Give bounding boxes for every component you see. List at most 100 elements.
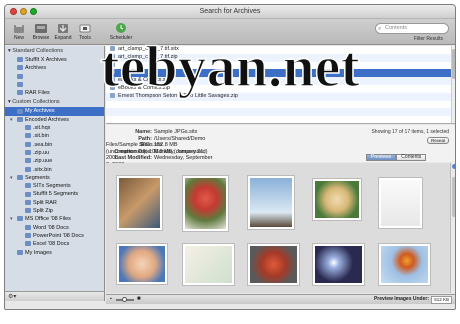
preview-size-label: Preview Images Under:	[373, 296, 429, 302]
preview-gallery	[106, 163, 455, 293]
collection-icon	[25, 133, 31, 139]
scheduler-button[interactable]: Scheduler	[109, 22, 133, 41]
photo-image	[250, 246, 297, 283]
preview-size-select[interactable]: 512 KB	[431, 296, 452, 304]
disclosure-triangle-icon[interactable]: ▾	[10, 215, 13, 223]
scroll-button[interactable]	[452, 164, 455, 169]
browse-icon	[35, 24, 47, 33]
archive-icon	[110, 46, 115, 52]
sidebar-folder-ms-office[interactable]: ▾ MS Office '08 Files	[5, 215, 104, 223]
file-row[interactable]: art_clamp_color_7.tif.sitx	[106, 46, 455, 54]
scroll-thumb[interactable]	[452, 49, 455, 79]
toolbar: New Browse Expand Tools Scheduler ⌕ Cont…	[5, 19, 455, 45]
disclosure-triangle-icon[interactable]: ▾	[10, 174, 13, 182]
folder-icon	[17, 216, 23, 222]
file-row[interactable]: eBooks & Comics.zip	[106, 85, 455, 93]
file-row[interactable]: art_clamp_color_7.tif.zip	[106, 53, 455, 62]
sidebar-item[interactable]: Split RAR	[5, 199, 104, 207]
custom-collections-header[interactable]: ▾ Custom Collections	[5, 97, 104, 107]
sidebar-item[interactable]: Word '08 Docs	[5, 224, 104, 232]
sidebar-item[interactable]: .sitx.bin	[5, 166, 104, 174]
sidebar-item[interactable]: .sit.bin	[5, 132, 104, 140]
collection-icon	[17, 108, 23, 114]
sidebar-item-my-images[interactable]: My Images	[5, 249, 104, 257]
disclosure-triangle-icon[interactable]: ▾	[10, 116, 13, 124]
reveal-button[interactable]: Reveal	[427, 137, 449, 144]
sidebar-item[interactable]: .sea.bin	[5, 141, 104, 149]
file-row[interactable]: eBooks & Comics.sitx	[106, 77, 455, 85]
sidebar-item[interactable]: Excel '08 Docs	[5, 240, 104, 248]
zoom-in-icon[interactable]: ■	[137, 296, 141, 302]
new-button[interactable]: New	[7, 22, 31, 41]
collection-icon	[25, 158, 31, 164]
scroll-thumb[interactable]	[452, 177, 455, 217]
collection-icon	[25, 224, 31, 230]
collection-icon	[17, 249, 23, 255]
file-list: art_clamp_color_7.tif.sitx art_clamp_col…	[106, 46, 455, 124]
sidebar-item[interactable]: PowerPoint '08 Docs	[5, 232, 104, 240]
app-window: Search for Archives New Browse Expand To…	[4, 4, 456, 310]
item-count: Showing 17 of 17 items, 1 selected	[371, 129, 449, 135]
title-bar: Search for Archives	[5, 5, 455, 19]
file-row-selected[interactable]	[106, 69, 455, 78]
collection-icon	[25, 199, 31, 205]
collection-icon	[25, 208, 31, 214]
preview-thumbnail[interactable]	[116, 243, 168, 285]
expand-button[interactable]: Expand	[51, 22, 75, 41]
photo-image	[315, 246, 362, 283]
photo-image	[185, 246, 232, 283]
tools-icon	[79, 24, 91, 33]
preview-thumbnail[interactable]	[312, 243, 365, 286]
collection-icon	[25, 141, 31, 147]
preview-thumbnail[interactable]	[378, 243, 431, 286]
standard-collections-header[interactable]: ▾ Standard Collections	[5, 46, 104, 56]
photo-image	[381, 180, 420, 226]
sidebar-item[interactable]: StuffIt 5 Segments	[5, 190, 104, 198]
sidebar-item[interactable]: StuffIt X Archives	[5, 56, 104, 64]
photo-image	[119, 178, 160, 228]
archive-icon	[110, 77, 115, 83]
search-input[interactable]: ⌕ Contents	[375, 23, 449, 34]
sidebar-item[interactable]: Archives	[5, 64, 104, 72]
tools-button[interactable]: Tools	[73, 22, 97, 41]
preview-thumbnail[interactable]	[182, 175, 229, 232]
gear-icon[interactable]: ⚙▾	[8, 293, 16, 300]
file-row[interactable]	[106, 61, 455, 70]
archive-icon	[110, 69, 115, 75]
tab-previews[interactable]: Previews	[366, 154, 397, 161]
preview-thumbnail[interactable]	[378, 177, 423, 229]
sidebar-item[interactable]: .zip.uue	[5, 157, 104, 165]
file-row[interactable]: Ernest Thompson Seton – Two Little Savag…	[106, 92, 455, 101]
sidebar-item[interactable]: .sit.hqx	[5, 124, 104, 132]
preview-thumbnail[interactable]	[116, 175, 163, 231]
collection-icon	[25, 166, 31, 172]
preview-thumbnail[interactable]	[182, 243, 235, 286]
sidebar-item[interactable]: .zip.uu	[5, 149, 104, 157]
gallery-scrollbar[interactable]	[450, 163, 455, 293]
archive-icon	[110, 85, 115, 91]
sidebar-item[interactable]	[5, 73, 104, 81]
preview-thumbnail[interactable]	[247, 175, 295, 230]
sidebar-item[interactable]: RAR Files	[5, 89, 104, 97]
preview-thumbnail[interactable]	[312, 178, 362, 221]
preview-thumbnail[interactable]	[247, 243, 300, 286]
sidebar-item-my-archives[interactable]: My Archives	[5, 107, 104, 116]
search-icon: ⌕	[378, 26, 382, 32]
sidebar-item[interactable]	[5, 81, 104, 89]
sidebar-folder-segments[interactable]: ▾ Segments	[5, 174, 104, 182]
zoom-out-icon[interactable]: ▪	[110, 296, 112, 302]
photo-image	[381, 246, 428, 283]
browse-button[interactable]: Browse	[29, 22, 53, 41]
status-bar: ▪ ■ Preview Images Under: 512 KB	[106, 294, 455, 304]
folder-icon	[17, 174, 23, 180]
sidebar-folder-encoded-archives[interactable]: ▾ Encoded Archives	[5, 116, 104, 124]
collection-icon	[17, 90, 23, 96]
zoom-slider-knob[interactable]	[122, 297, 127, 302]
file-row[interactable]	[106, 101, 455, 109]
file-list-scrollbar[interactable]	[451, 46, 455, 123]
tab-contents[interactable]: Contents	[396, 154, 427, 161]
file-row[interactable]	[106, 108, 455, 117]
photo-image	[185, 178, 226, 229]
sidebar-item[interactable]: Split Zip	[5, 207, 104, 215]
sidebar-item[interactable]: SITx Segments	[5, 182, 104, 190]
